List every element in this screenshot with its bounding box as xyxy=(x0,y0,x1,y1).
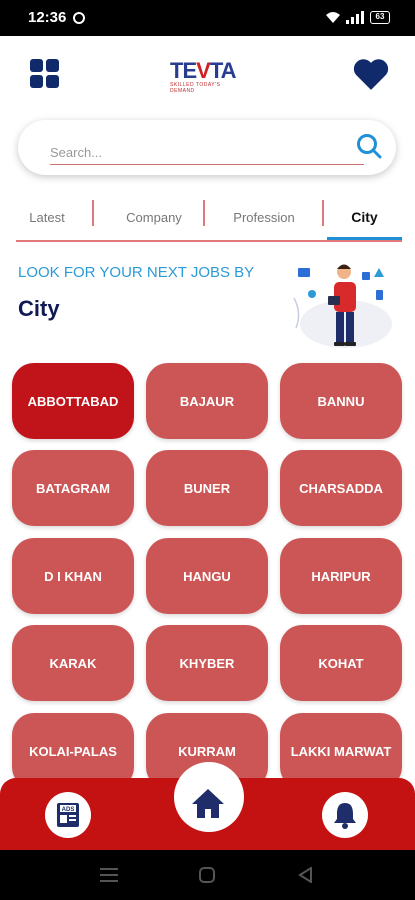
ads-newspaper-icon: ADS xyxy=(57,803,79,827)
logo-tagline: SKILLED TODAY'S DEMAND xyxy=(170,82,221,94)
ads-icon-label: ADS xyxy=(62,807,75,813)
search-placeholder: Search... xyxy=(50,145,103,160)
menu-grid-icon[interactable] xyxy=(30,59,60,89)
city-button-bannu[interactable]: BANNU xyxy=(280,363,402,439)
logo-text-left: TE xyxy=(170,58,197,83)
battery-level: 63 xyxy=(375,12,385,21)
tab-label: Company xyxy=(126,209,182,225)
whatsapp-icon xyxy=(73,12,85,24)
battery-icon: 63 xyxy=(370,11,390,24)
tab-divider xyxy=(322,200,324,226)
job-search-illustration xyxy=(293,264,392,348)
app-bar: TEVTA SKILLED TODAY'S DEMAND xyxy=(0,36,415,116)
city-button-di-khan[interactable]: D I KHAN xyxy=(12,538,134,614)
city-button-bajaur[interactable]: BAJAUR xyxy=(146,363,268,439)
tab-divider xyxy=(92,200,94,226)
home-system-icon[interactable] xyxy=(199,867,215,883)
tab-label: City xyxy=(351,209,378,225)
tab-company[interactable]: Company xyxy=(100,196,208,238)
back-icon[interactable] xyxy=(298,867,314,883)
city-button-khyber[interactable]: KHYBER xyxy=(146,625,268,701)
status-time: 12:36 xyxy=(28,9,67,26)
banner-subtitle: LOOK FOR YOUR NEXT JOBS BY xyxy=(18,264,255,281)
city-button-haripur[interactable]: HARIPUR xyxy=(280,538,402,614)
notifications-button[interactable] xyxy=(322,792,368,838)
system-navigation-bar xyxy=(0,850,415,900)
bell-icon xyxy=(334,803,356,829)
tab-latest[interactable]: Latest xyxy=(16,196,78,238)
city-button-buner[interactable]: BUNER xyxy=(146,450,268,526)
city-button-kohat[interactable]: KOHAT xyxy=(280,625,402,701)
city-button-charsadda[interactable]: CHARSADDA xyxy=(280,450,402,526)
favorites-heart-icon[interactable] xyxy=(352,56,390,92)
tab-label: Latest xyxy=(29,209,65,225)
tab-city[interactable]: City xyxy=(327,196,402,240)
search-bar: Search... xyxy=(18,120,396,175)
home-icon[interactable] xyxy=(187,783,229,825)
city-button-abbottabad[interactable]: ABBOTTABAD xyxy=(12,363,134,439)
tevta-logo: TEVTA SKILLED TODAY'S DEMAND xyxy=(170,58,242,95)
city-button-batagram[interactable]: BATAGRAM xyxy=(12,450,134,526)
tab-label: Profession xyxy=(233,209,295,225)
city-button-hangu[interactable]: HANGU xyxy=(146,538,268,614)
wifi-icon xyxy=(326,12,340,23)
ads-button[interactable]: ADS xyxy=(45,792,91,838)
city-button-karak[interactable]: KARAK xyxy=(12,625,134,701)
recent-apps-icon[interactable] xyxy=(100,867,118,883)
category-tabs: Latest Company Profession City xyxy=(16,196,402,242)
status-bar: 12:36 63 xyxy=(0,0,415,36)
logo-text-right: TA xyxy=(209,58,237,83)
search-input[interactable]: Search... xyxy=(50,138,364,165)
signal-icon xyxy=(346,11,364,24)
banner-title: City xyxy=(18,296,60,321)
search-icon[interactable] xyxy=(356,133,382,159)
tab-profession[interactable]: Profession xyxy=(212,196,316,238)
tab-divider xyxy=(203,200,205,226)
logo-text-v: V xyxy=(196,58,211,83)
